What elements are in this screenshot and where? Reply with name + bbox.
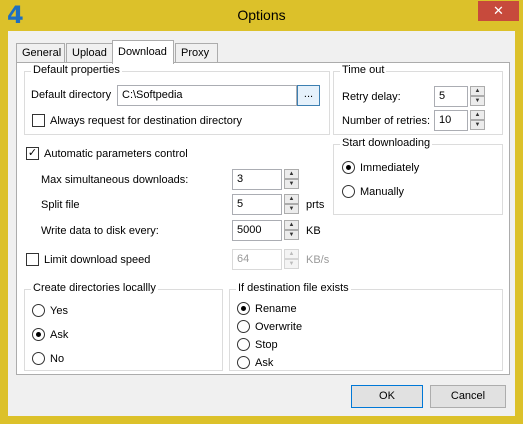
create-dirs-ask-label: Ask	[50, 329, 69, 341]
spin-up-icon[interactable]: ▲	[284, 249, 299, 259]
file-exists-group: If destination file exists Rename Overwr…	[229, 282, 503, 371]
limit-speed-field[interactable]: 64	[232, 249, 282, 270]
write-data-label: Write data to disk every:	[41, 225, 159, 237]
limit-speed-unit: KB/s	[306, 254, 330, 266]
exists-overwrite-radio[interactable]	[237, 320, 250, 333]
retry-delay-field[interactable]: 5	[434, 86, 468, 107]
write-data-spinner[interactable]: ▲ ▼	[284, 220, 299, 241]
start-manually-label: Manually	[360, 186, 405, 198]
spin-up-icon[interactable]: ▲	[470, 86, 485, 96]
close-button[interactable]: ✕	[478, 1, 519, 21]
split-file-spinner[interactable]: ▲ ▼	[284, 194, 299, 215]
tab-upload[interactable]: Upload	[66, 43, 113, 63]
options-window: 4 Options ✕ General Upload Download Prox…	[0, 0, 523, 424]
tab-download[interactable]: Download	[112, 40, 174, 64]
cancel-button[interactable]: Cancel	[430, 385, 506, 408]
limit-speed-checkbox[interactable]	[26, 253, 39, 266]
exists-overwrite-label: Overwrite	[255, 321, 303, 333]
download-tab-panel: Default properties Default directory C:\…	[16, 62, 510, 375]
start-downloading-group: Start downloading Immediately Manually	[333, 137, 503, 215]
exists-ask-radio[interactable]	[237, 356, 250, 369]
browse-button[interactable]: ...	[297, 85, 320, 106]
start-manually-radio[interactable]	[342, 185, 355, 198]
spin-down-icon[interactable]: ▼	[470, 120, 485, 130]
ok-button[interactable]: OK	[351, 385, 423, 408]
spin-up-icon[interactable]: ▲	[470, 110, 485, 120]
create-dirs-no-radio[interactable]	[32, 352, 45, 365]
auto-params-label: Automatic parameters control	[44, 148, 188, 160]
max-downloads-label: Max simultaneous downloads:	[41, 174, 189, 186]
always-request-checkbox[interactable]	[32, 114, 45, 127]
exists-stop-label: Stop	[255, 339, 278, 351]
auto-params-checkbox[interactable]: ✓	[26, 147, 39, 160]
split-file-field[interactable]: 5	[232, 194, 282, 215]
title-bar: 4 Options ✕	[0, 0, 523, 31]
retries-field[interactable]: 10	[434, 110, 468, 131]
limit-speed-spinner[interactable]: ▲ ▼	[284, 249, 299, 270]
default-properties-group: Default properties Default directory C:\…	[24, 64, 330, 135]
limit-speed-label: Limit download speed	[44, 254, 151, 266]
always-request-label: Always request for destination directory	[50, 115, 242, 127]
spin-down-icon[interactable]: ▼	[470, 96, 485, 106]
spin-down-icon[interactable]: ▼	[284, 259, 299, 269]
start-immediately-label: Immediately	[360, 162, 420, 174]
max-downloads-spinner[interactable]: ▲ ▼	[284, 169, 299, 190]
exists-rename-label: Rename	[255, 303, 297, 315]
start-downloading-legend: Start downloading	[340, 137, 433, 149]
start-immediately-radio[interactable]	[342, 161, 355, 174]
default-directory-label: Default directory	[31, 89, 112, 101]
create-directories-group: Create directories locallly Yes Ask No	[24, 282, 223, 371]
create-dirs-no-label: No	[50, 353, 65, 365]
spin-down-icon[interactable]: ▼	[284, 179, 299, 189]
create-dirs-yes-label: Yes	[50, 305, 68, 317]
spin-down-icon[interactable]: ▼	[284, 230, 299, 240]
retry-delay-spinner[interactable]: ▲ ▼	[470, 86, 485, 107]
dialog-client: General Upload Download Proxy Default pr…	[8, 31, 515, 416]
window-title: Options	[237, 7, 286, 23]
write-data-unit: KB	[306, 225, 321, 237]
create-dirs-ask-radio[interactable]	[32, 328, 45, 341]
file-exists-legend: If destination file exists	[236, 282, 351, 294]
exists-rename-radio[interactable]	[237, 302, 250, 315]
max-downloads-field[interactable]: 3	[232, 169, 282, 190]
split-file-label: Split file	[41, 199, 80, 211]
retry-delay-label: Retry delay:	[342, 91, 401, 103]
exists-ask-label: Ask	[255, 357, 274, 369]
tab-proxy[interactable]: Proxy	[175, 43, 218, 63]
default-properties-legend: Default properties	[31, 64, 122, 76]
exists-stop-radio[interactable]	[237, 338, 250, 351]
time-out-legend: Time out	[340, 64, 387, 76]
write-data-field[interactable]: 5000	[232, 220, 282, 241]
spin-up-icon[interactable]: ▲	[284, 220, 299, 230]
create-directories-legend: Create directories locallly	[31, 282, 158, 294]
tab-general[interactable]: General	[16, 43, 65, 63]
default-directory-field[interactable]: C:\Softpedia	[117, 85, 297, 106]
spin-down-icon[interactable]: ▼	[284, 204, 299, 214]
retries-spinner[interactable]: ▲ ▼	[470, 110, 485, 131]
spin-up-icon[interactable]: ▲	[284, 169, 299, 179]
create-dirs-yes-radio[interactable]	[32, 304, 45, 317]
time-out-group: Time out Retry delay: 5 ▲ ▼ Number of re…	[333, 64, 503, 135]
split-file-unit: prts	[306, 199, 325, 211]
spin-up-icon[interactable]: ▲	[284, 194, 299, 204]
retries-label: Number of retries:	[342, 115, 431, 127]
